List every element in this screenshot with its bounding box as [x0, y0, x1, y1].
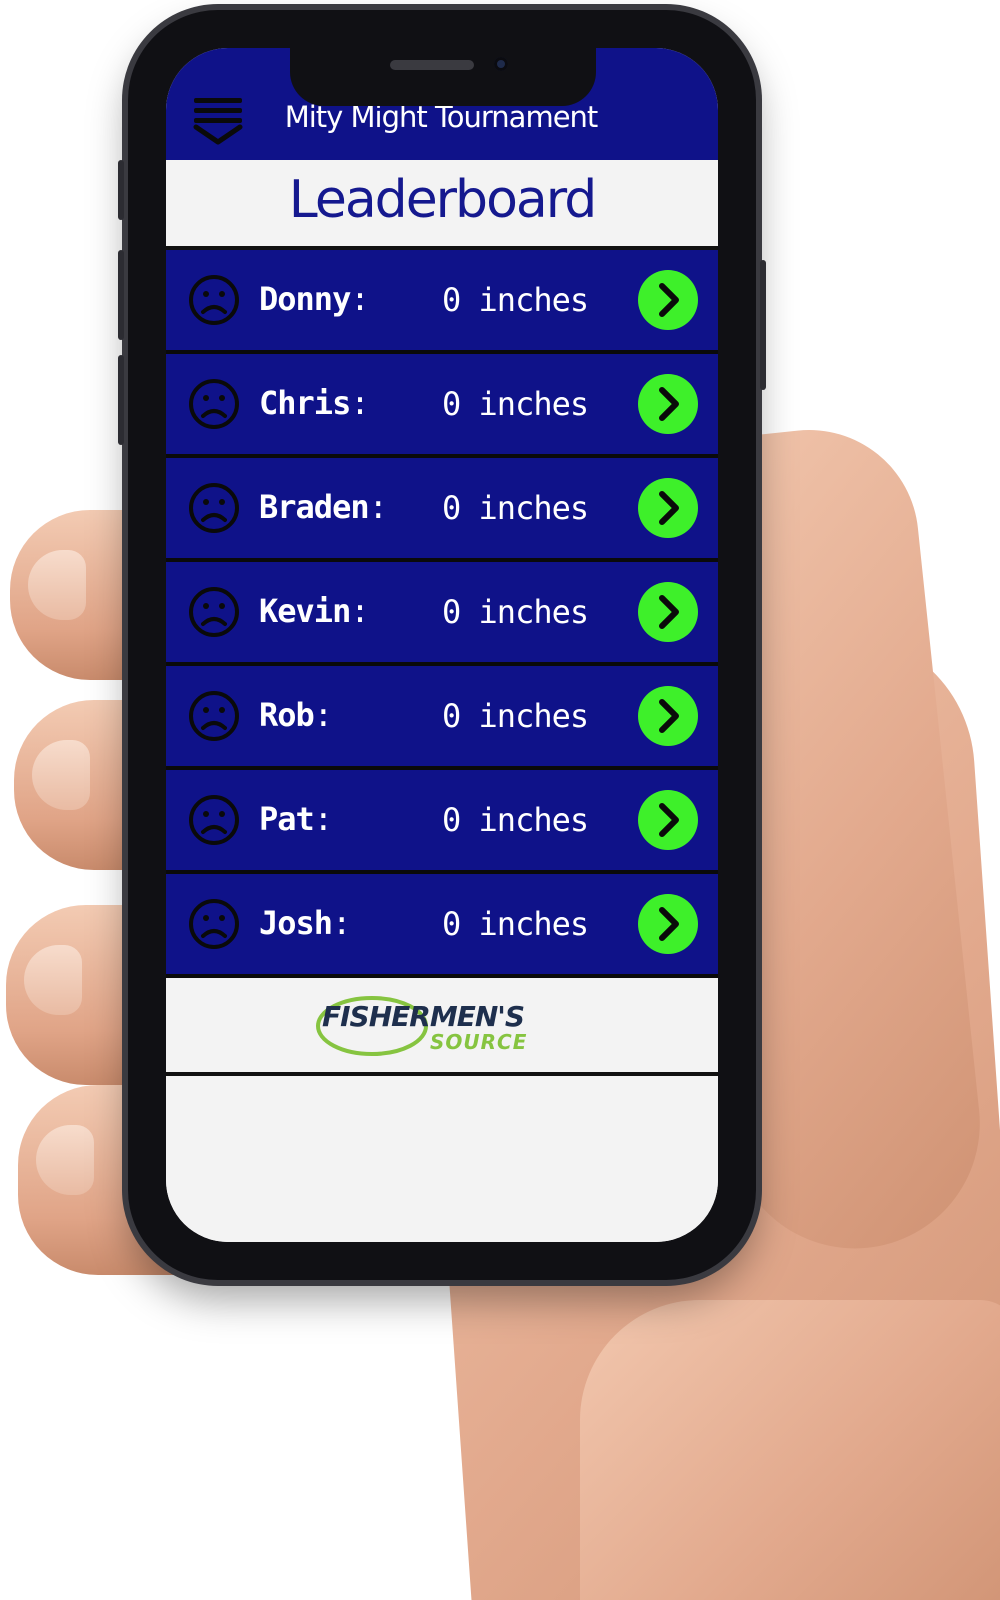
view-player-button[interactable] [638, 478, 698, 538]
leaderboard-row: Rob: 0 inches [166, 666, 718, 770]
player-score: 0 inches [442, 385, 589, 423]
view-player-button[interactable] [638, 374, 698, 434]
player-name: Josh: [259, 904, 351, 942]
player-name: Pat: [259, 800, 333, 838]
view-player-button[interactable] [638, 270, 698, 330]
camera [494, 57, 508, 71]
chevron-right-icon [659, 595, 679, 629]
sad-face-icon [189, 275, 239, 325]
mute-switch [118, 160, 124, 220]
player-score: 0 inches [442, 593, 589, 631]
volume-down-button [118, 355, 124, 445]
notch [290, 48, 596, 106]
player-name: Donny: [259, 280, 370, 318]
sad-face-icon [189, 483, 239, 533]
logo-text-top: FISHERMEN'S [322, 1000, 525, 1033]
chevron-right-icon [659, 803, 679, 837]
sponsor-logo[interactable]: FISHERMEN'S SOURCE [314, 992, 568, 1060]
sad-face-icon [189, 795, 239, 845]
power-button [760, 260, 766, 390]
sad-face-icon [189, 691, 239, 741]
view-player-button[interactable] [638, 582, 698, 642]
sad-face-icon [189, 379, 239, 429]
leaderboard-row: Donny: 0 inches [166, 250, 718, 354]
player-score: 0 inches [442, 697, 589, 735]
view-player-button[interactable] [638, 790, 698, 850]
player-score: 0 inches [442, 489, 589, 527]
player-score: 0 inches [442, 281, 589, 319]
player-name: Braden: [259, 488, 388, 526]
leaderboard-row: Braden: 0 inches [166, 458, 718, 562]
phone-frame: Mity Might Tournament Leaderboard Donny: [118, 10, 766, 1280]
leaderboard-row: Kevin: 0 inches [166, 562, 718, 666]
player-score: 0 inches [442, 801, 589, 839]
sad-face-icon [189, 899, 239, 949]
view-player-button[interactable] [638, 686, 698, 746]
hand-wrist [580, 1300, 1000, 1600]
stage: Mity Might Tournament Leaderboard Donny: [0, 0, 1000, 1600]
chevron-right-icon [659, 387, 679, 421]
leaderboard-row: Chris: 0 inches [166, 354, 718, 458]
leaderboard-row: Pat: 0 inches [166, 770, 718, 874]
player-name: Rob: [259, 696, 333, 734]
speaker [390, 60, 474, 70]
chevron-right-icon [659, 699, 679, 733]
player-name: Kevin: [259, 592, 370, 630]
content-empty-area [166, 1076, 718, 1242]
sponsor-banner: FISHERMEN'S SOURCE [166, 978, 718, 1076]
logo-text-bottom: SOURCE [430, 1030, 528, 1054]
leaderboard-row: Josh: 0 inches [166, 874, 718, 978]
volume-up-button [118, 250, 124, 340]
player-name: Chris: [259, 384, 370, 422]
phone-screen: Mity Might Tournament Leaderboard Donny: [166, 48, 718, 1242]
chevron-right-icon [659, 283, 679, 317]
leaderboard-list: Donny: 0 inches Chris: 0 inches Braden: … [166, 250, 718, 978]
player-score: 0 inches [442, 905, 589, 943]
page-title: Leaderboard [288, 170, 597, 230]
sad-face-icon [189, 587, 239, 637]
section-title-bar: Leaderboard [166, 160, 718, 250]
chevron-right-icon [659, 907, 679, 941]
view-player-button[interactable] [638, 894, 698, 954]
chevron-right-icon [659, 491, 679, 525]
hamburger-chevron-icon[interactable] [192, 94, 246, 148]
